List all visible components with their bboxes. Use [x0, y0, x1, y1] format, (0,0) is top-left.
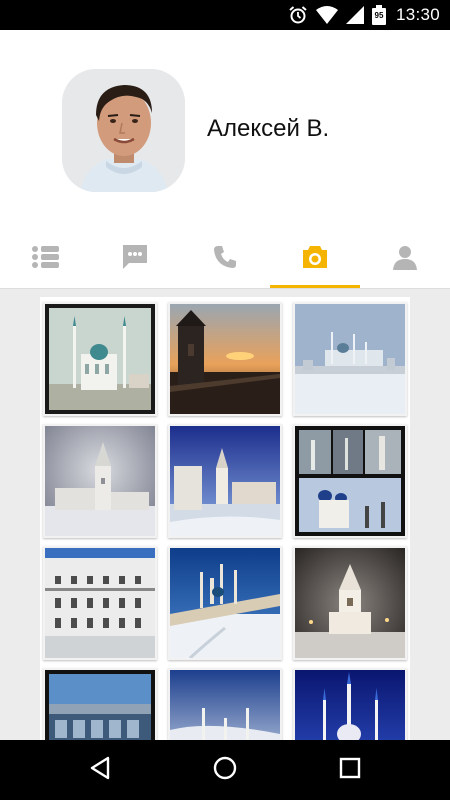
profile-name: Алексей В. — [207, 115, 330, 142]
photo-grid-area — [0, 289, 450, 740]
photo-tile[interactable] — [293, 546, 407, 660]
signal-icon — [345, 6, 364, 24]
avatar[interactable] — [62, 69, 185, 192]
status-bar: 95 13:30 — [0, 0, 450, 30]
navigation-bar — [0, 740, 450, 800]
tab-messages[interactable] — [90, 230, 180, 288]
person-icon — [392, 244, 418, 275]
profile-tabs — [0, 230, 450, 289]
battery-level: 95 — [374, 11, 384, 20]
list-icon — [31, 245, 59, 274]
wifi-icon — [315, 6, 338, 24]
home-icon — [213, 756, 237, 785]
photo-tile[interactable] — [43, 546, 157, 660]
recents-icon — [339, 757, 361, 784]
back-button[interactable] — [65, 740, 135, 800]
recents-button[interactable] — [315, 740, 385, 800]
camera-icon — [301, 244, 329, 275]
photo-tile[interactable] — [43, 668, 157, 740]
alarm-icon — [288, 5, 308, 25]
tab-calls[interactable] — [180, 230, 270, 288]
photo-tile[interactable] — [168, 424, 282, 538]
profile-header: Алексей В. — [0, 30, 450, 230]
photo-tile[interactable] — [293, 668, 407, 740]
phone-icon — [212, 244, 238, 275]
home-button[interactable] — [190, 740, 260, 800]
photo-tile[interactable] — [168, 302, 282, 416]
photo-tile[interactable] — [43, 302, 157, 416]
chat-icon — [121, 243, 149, 276]
tab-profile[interactable] — [360, 230, 450, 288]
back-icon — [89, 756, 111, 785]
photo-tile[interactable] — [43, 424, 157, 538]
photo-tile[interactable] — [293, 302, 407, 416]
battery-icon: 95 — [371, 5, 386, 25]
active-tab-indicator — [270, 285, 360, 288]
photo-tile[interactable] — [168, 546, 282, 660]
tab-feed[interactable] — [0, 230, 90, 288]
photo-tile[interactable] — [293, 424, 407, 538]
tab-photos[interactable] — [270, 230, 360, 288]
photo-tile[interactable] — [168, 668, 282, 740]
status-time: 13:30 — [395, 5, 440, 24]
photo-grid — [40, 297, 410, 740]
